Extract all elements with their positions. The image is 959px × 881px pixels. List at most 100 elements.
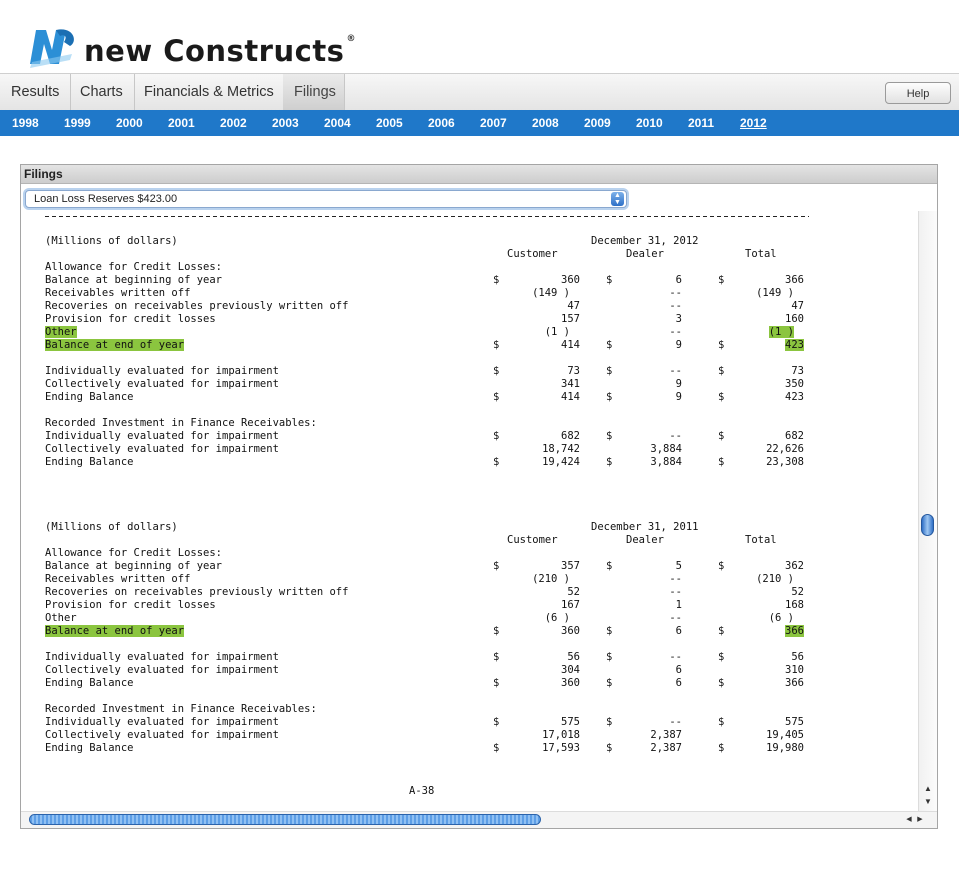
currency-symbol: $ bbox=[718, 365, 725, 377]
year-link[interactable]: 2006 bbox=[428, 110, 455, 136]
cell-dealer: 5 bbox=[675, 560, 682, 572]
filing-document: (Millions of dollars) December 31, 2012 Cu… bbox=[21, 211, 917, 811]
row-label: Collectively evaluated for impairment bbox=[45, 664, 279, 676]
currency-symbol: $ bbox=[493, 651, 500, 663]
select-value: Loan Loss Reserves $423.00 bbox=[34, 193, 178, 205]
row-label: Provision for credit losses bbox=[45, 313, 216, 325]
year-link[interactable]: 2001 bbox=[168, 110, 195, 136]
row-label: Other bbox=[45, 612, 77, 624]
currency-symbol: $ bbox=[493, 391, 500, 403]
currency-symbol: $ bbox=[718, 742, 725, 754]
cell-dealer: 3 bbox=[675, 313, 682, 325]
cell-total: 52 bbox=[791, 586, 804, 598]
currency-symbol: $ bbox=[493, 677, 500, 689]
currency-symbol: $ bbox=[606, 625, 613, 637]
cell-dealer: -- bbox=[669, 651, 682, 663]
filing-section-select[interactable]: Loan Loss Reserves $423.00 ▲ ▼ bbox=[25, 190, 627, 208]
cell-customer: 575 bbox=[561, 716, 580, 728]
year-link[interactable]: 2005 bbox=[376, 110, 403, 136]
year-link[interactable]: 2009 bbox=[584, 110, 611, 136]
currency-symbol: $ bbox=[606, 365, 613, 377]
cell-dealer: -- bbox=[669, 612, 682, 624]
cell-total: 682 bbox=[785, 430, 804, 442]
cell-customer: 414 bbox=[561, 339, 580, 351]
cell-customer: 682 bbox=[561, 430, 580, 442]
cell-dealer: 6 bbox=[675, 677, 682, 689]
row-label: Provision for credit losses bbox=[45, 599, 216, 611]
help-button[interactable]: Help bbox=[885, 82, 951, 104]
currency-symbol: $ bbox=[493, 456, 500, 468]
cell-total: 350 bbox=[785, 378, 804, 390]
period-header: December 31, 2012 bbox=[591, 235, 699, 247]
currency-symbol: $ bbox=[606, 391, 613, 403]
cell-dealer: -- bbox=[669, 586, 682, 598]
year-link[interactable]: 1998 bbox=[12, 110, 39, 136]
year-link[interactable]: 2011 bbox=[688, 110, 714, 136]
currency-symbol: $ bbox=[718, 430, 725, 442]
tab-financials-metrics[interactable]: Financials & Metrics bbox=[133, 74, 286, 110]
currency-symbol: $ bbox=[718, 391, 725, 403]
row-label: Recoveries on receivables previously wri… bbox=[45, 586, 349, 598]
currency-symbol: $ bbox=[493, 560, 500, 572]
year-link[interactable]: 2007 bbox=[480, 110, 507, 136]
page-footer: A-38 bbox=[409, 785, 435, 797]
scroll-right-arrow-icon[interactable]: ▶ bbox=[915, 813, 925, 826]
cell-customer: 17,593 bbox=[542, 742, 580, 754]
cell-total: 168 bbox=[785, 599, 804, 611]
cell-customer: 414 bbox=[561, 391, 580, 403]
horizontal-scrollbar[interactable]: ◀ ▶ bbox=[21, 811, 937, 828]
cell-dealer: -- bbox=[669, 573, 682, 585]
row-label: Ending Balance bbox=[45, 742, 134, 754]
year-link[interactable]: 2004 bbox=[324, 110, 351, 136]
row-label: Recoveries on receivables previously wri… bbox=[45, 300, 349, 312]
year-link[interactable]: 2000 bbox=[116, 110, 143, 136]
scroll-down-arrow-icon[interactable]: ▼ bbox=[922, 796, 934, 807]
vertical-scrollbar[interactable]: ▲ ▼ bbox=[918, 211, 937, 811]
brand-logo[interactable]: new Constructs ® bbox=[26, 22, 356, 72]
horizontal-scroll-thumb[interactable] bbox=[29, 814, 541, 825]
cell-dealer: 3,884 bbox=[650, 456, 682, 468]
cell-total: 19,980 bbox=[766, 742, 804, 754]
year-link[interactable]: 2003 bbox=[272, 110, 299, 136]
units-label: (Millions of dollars) bbox=[45, 235, 178, 247]
currency-symbol: $ bbox=[718, 560, 725, 572]
row-label: Balance at end of year bbox=[45, 625, 185, 637]
column-header-dealer: Dealer bbox=[626, 248, 664, 260]
cell-customer: 341 bbox=[561, 378, 580, 390]
cell-total: (210 ) bbox=[756, 573, 794, 585]
cell-dealer: 2,387 bbox=[650, 729, 682, 741]
row-label: Ending Balance bbox=[45, 456, 134, 468]
cell-customer: (6 ) bbox=[544, 612, 570, 624]
filings-panel: Filings Loan Loss Reserves $423.00 ▲ ▼ (M… bbox=[20, 164, 938, 829]
year-link[interactable]: 2008 bbox=[532, 110, 559, 136]
cell-dealer: 6 bbox=[675, 664, 682, 676]
year-link[interactable]: 2010 bbox=[636, 110, 663, 136]
cell-customer: 357 bbox=[561, 560, 580, 572]
currency-symbol: $ bbox=[718, 677, 725, 689]
scroll-up-arrow-icon[interactable]: ▲ bbox=[922, 783, 934, 794]
year-link[interactable]: 2002 bbox=[220, 110, 247, 136]
cell-total: 73 bbox=[791, 365, 804, 377]
cell-dealer: 9 bbox=[675, 391, 682, 403]
currency-symbol: $ bbox=[493, 430, 500, 442]
tab-filings[interactable]: Filings bbox=[283, 74, 345, 110]
cell-customer: 360 bbox=[561, 677, 580, 689]
scroll-left-arrow-icon[interactable]: ◀ bbox=[904, 813, 914, 826]
cell-total: 366 bbox=[785, 677, 804, 689]
vertical-scroll-thumb[interactable] bbox=[921, 514, 934, 536]
cell-dealer: -- bbox=[669, 716, 682, 728]
year-link-selected[interactable]: 2012 bbox=[740, 110, 767, 136]
currency-symbol: $ bbox=[493, 742, 500, 754]
currency-symbol: $ bbox=[718, 274, 725, 286]
tab-charts[interactable]: Charts bbox=[69, 74, 135, 110]
year-link[interactable]: 1999 bbox=[64, 110, 91, 136]
tab-results[interactable]: Results bbox=[0, 74, 72, 110]
currency-symbol: $ bbox=[606, 560, 613, 572]
cell-customer: 52 bbox=[567, 586, 580, 598]
currency-symbol: $ bbox=[606, 456, 613, 468]
units-label: (Millions of dollars) bbox=[45, 521, 178, 533]
panel-title: Filings bbox=[21, 165, 937, 184]
cell-customer: 56 bbox=[567, 651, 580, 663]
section-heading: Allowance for Credit Losses: bbox=[45, 547, 223, 559]
cell-total: 366 bbox=[785, 625, 804, 637]
